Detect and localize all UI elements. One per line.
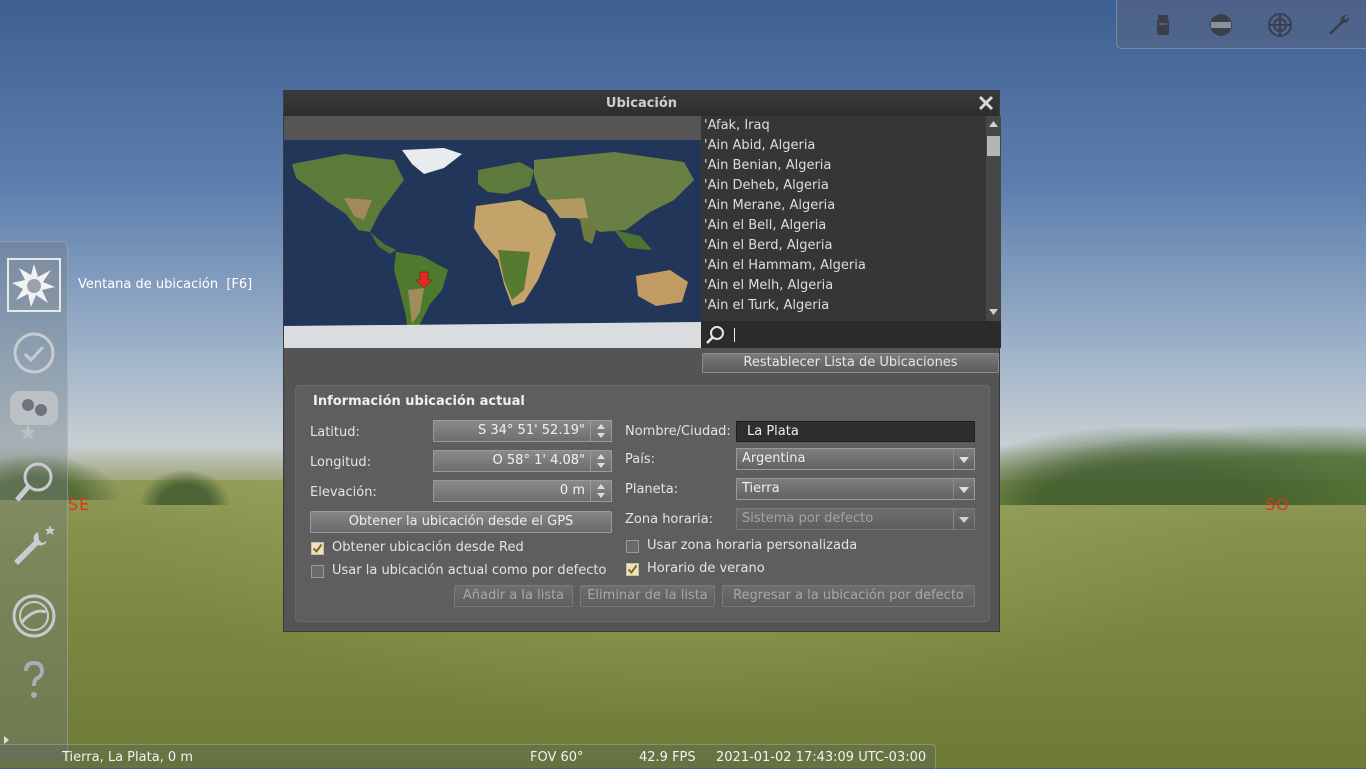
status-fov: FOV 60° <box>530 750 584 765</box>
dst-label: Horario de verano <box>647 561 765 576</box>
longitude-label: Longitud: <box>310 455 372 470</box>
checkmark-icon <box>627 564 638 575</box>
scroll-up-icon[interactable] <box>988 120 999 128</box>
get-gps-location-button[interactable]: Obtener la ubicación desde el GPS <box>310 511 612 533</box>
spin-arrows-icon <box>597 454 605 468</box>
world-map[interactable] <box>284 140 701 348</box>
city-list-scrollbar[interactable] <box>986 116 1001 321</box>
reset-location-list-button[interactable]: Restablecer Lista de Ubicaciones <box>702 353 999 373</box>
latitude-label: Latitud: <box>310 425 360 440</box>
telescope-eyepiece-icon[interactable] <box>1150 12 1176 38</box>
compass-label-se: SE <box>68 495 91 514</box>
timezone-value: Sistema por defecto <box>742 511 874 526</box>
spin-arrows-icon <box>597 424 605 438</box>
network-location-checkbox[interactable] <box>311 542 324 555</box>
elevation-spinbox[interactable]: 0 m <box>433 480 612 502</box>
list-item[interactable]: 'Ain Deheb, Algeria <box>704 176 829 196</box>
world-map-image <box>284 140 701 348</box>
name-city-label: Nombre/Ciudad: <box>625 424 731 439</box>
ocular-view-icon[interactable] <box>1208 12 1234 38</box>
top-toolbar <box>1116 0 1366 49</box>
list-item[interactable]: 'Ain Benian, Algeria <box>704 156 831 176</box>
status-datetime: 2021-01-02 17:43:09 UTC-03:00 <box>716 750 927 765</box>
planet-select[interactable]: Tierra <box>736 478 975 500</box>
landscape-trees <box>1000 425 1366 505</box>
chevron-right-icon[interactable] <box>2 735 10 745</box>
status-fps: 42.9 FPS <box>639 750 696 765</box>
help-icon[interactable] <box>8 655 60 707</box>
timezone-label: Zona horaria: <box>625 512 714 527</box>
dialog-title: Ubicación <box>284 91 999 116</box>
add-to-list-button[interactable]: Añadir a la lista <box>454 585 573 607</box>
status-location: Tierra, La Plata, 0 m <box>62 750 193 765</box>
sky-view-icon[interactable] <box>8 388 60 440</box>
latitude-spinbox[interactable]: S 34° 51' 52.19" <box>433 420 612 442</box>
longitude-spinbox[interactable]: O 58° 1' 4.08" <box>433 450 612 472</box>
latitude-value: S 34° 51' 52.19" <box>477 423 585 438</box>
chevron-down-icon <box>959 457 969 463</box>
use-as-default-label: Usar la ubicación actual como por defect… <box>332 563 607 578</box>
panel-title: Información ubicación actual <box>313 394 525 409</box>
country-label: País: <box>625 452 655 467</box>
network-location-label: Obtener ubicación desde Red <box>332 540 524 555</box>
dst-checkbox[interactable] <box>626 563 639 576</box>
chevron-down-icon <box>959 517 969 523</box>
configuration-wrench-icon[interactable] <box>8 522 60 574</box>
list-item[interactable]: 'Afak, Iraq <box>704 116 770 136</box>
scroll-down-icon[interactable] <box>988 308 999 316</box>
list-item[interactable]: 'Ain el Berd, Algeria <box>704 236 832 256</box>
city-search-input[interactable] <box>733 326 993 344</box>
elevation-value: 0 m <box>559 483 585 498</box>
list-item[interactable]: 'Ain Merane, Algeria <box>704 196 835 216</box>
search-icon <box>706 326 724 344</box>
list-item[interactable]: 'Ain el Bell, Algeria <box>704 216 826 236</box>
country-value: Argentina <box>742 451 806 466</box>
planet-value: Tierra <box>742 481 780 496</box>
location-window-button[interactable] <box>7 258 61 312</box>
scroll-thumb[interactable] <box>987 136 1000 156</box>
reticle-icon[interactable] <box>1267 12 1293 38</box>
longitude-value: O 58° 1' 4.08" <box>492 453 585 468</box>
return-to-default-button[interactable]: Regresar a la ubicación por defecto <box>722 585 975 607</box>
close-icon[interactable] <box>977 94 995 112</box>
checkmark-icon <box>312 543 323 554</box>
landscape-trees <box>140 470 230 505</box>
location-dialog: Ubicación 'Afak, Iraq 'Ain Abid, Algeria… <box>283 90 1001 632</box>
astronomical-calculations-icon[interactable] <box>8 590 60 642</box>
custom-timezone-checkbox[interactable] <box>626 540 639 553</box>
location-sun-icon <box>12 264 55 307</box>
city-search-row <box>701 321 1001 348</box>
timezone-select[interactable]: Sistema por defecto <box>736 508 975 530</box>
list-item[interactable]: 'Ain el Turk, Algeria <box>704 296 829 316</box>
city-list[interactable]: 'Afak, Iraq 'Ain Abid, Algeria 'Ain Beni… <box>701 116 1001 348</box>
compass-label-so: SO <box>1265 495 1290 514</box>
sidebar-tooltip: Ventana de ubicación [F6] <box>78 277 253 292</box>
name-city-input[interactable]: La Plata <box>736 421 975 442</box>
search-icon[interactable] <box>8 455 60 507</box>
spin-arrows-icon <box>597 484 605 498</box>
clock-icon[interactable] <box>8 327 60 379</box>
custom-timezone-label: Usar zona horaria personalizada <box>647 538 858 553</box>
status-bar: Tierra, La Plata, 0 m FOV 60° 42.9 FPS 2… <box>0 736 936 769</box>
list-item[interactable]: 'Ain Abid, Algeria <box>704 136 815 156</box>
list-item[interactable]: 'Ain el Melh, Algeria <box>704 276 833 296</box>
list-item[interactable]: 'Ain el Hammam, Algeria <box>704 256 866 276</box>
use-as-default-checkbox[interactable] <box>311 565 324 578</box>
delete-from-list-button[interactable]: Eliminar de la lista <box>580 585 715 607</box>
elevation-label: Elevación: <box>310 485 377 500</box>
current-location-panel: Información ubicación actual Latitud: S … <box>295 385 990 622</box>
chevron-down-icon <box>959 487 969 493</box>
wrench-icon[interactable] <box>1326 12 1352 38</box>
country-select[interactable]: Argentina <box>736 448 975 470</box>
planet-label: Planeta: <box>625 482 679 497</box>
